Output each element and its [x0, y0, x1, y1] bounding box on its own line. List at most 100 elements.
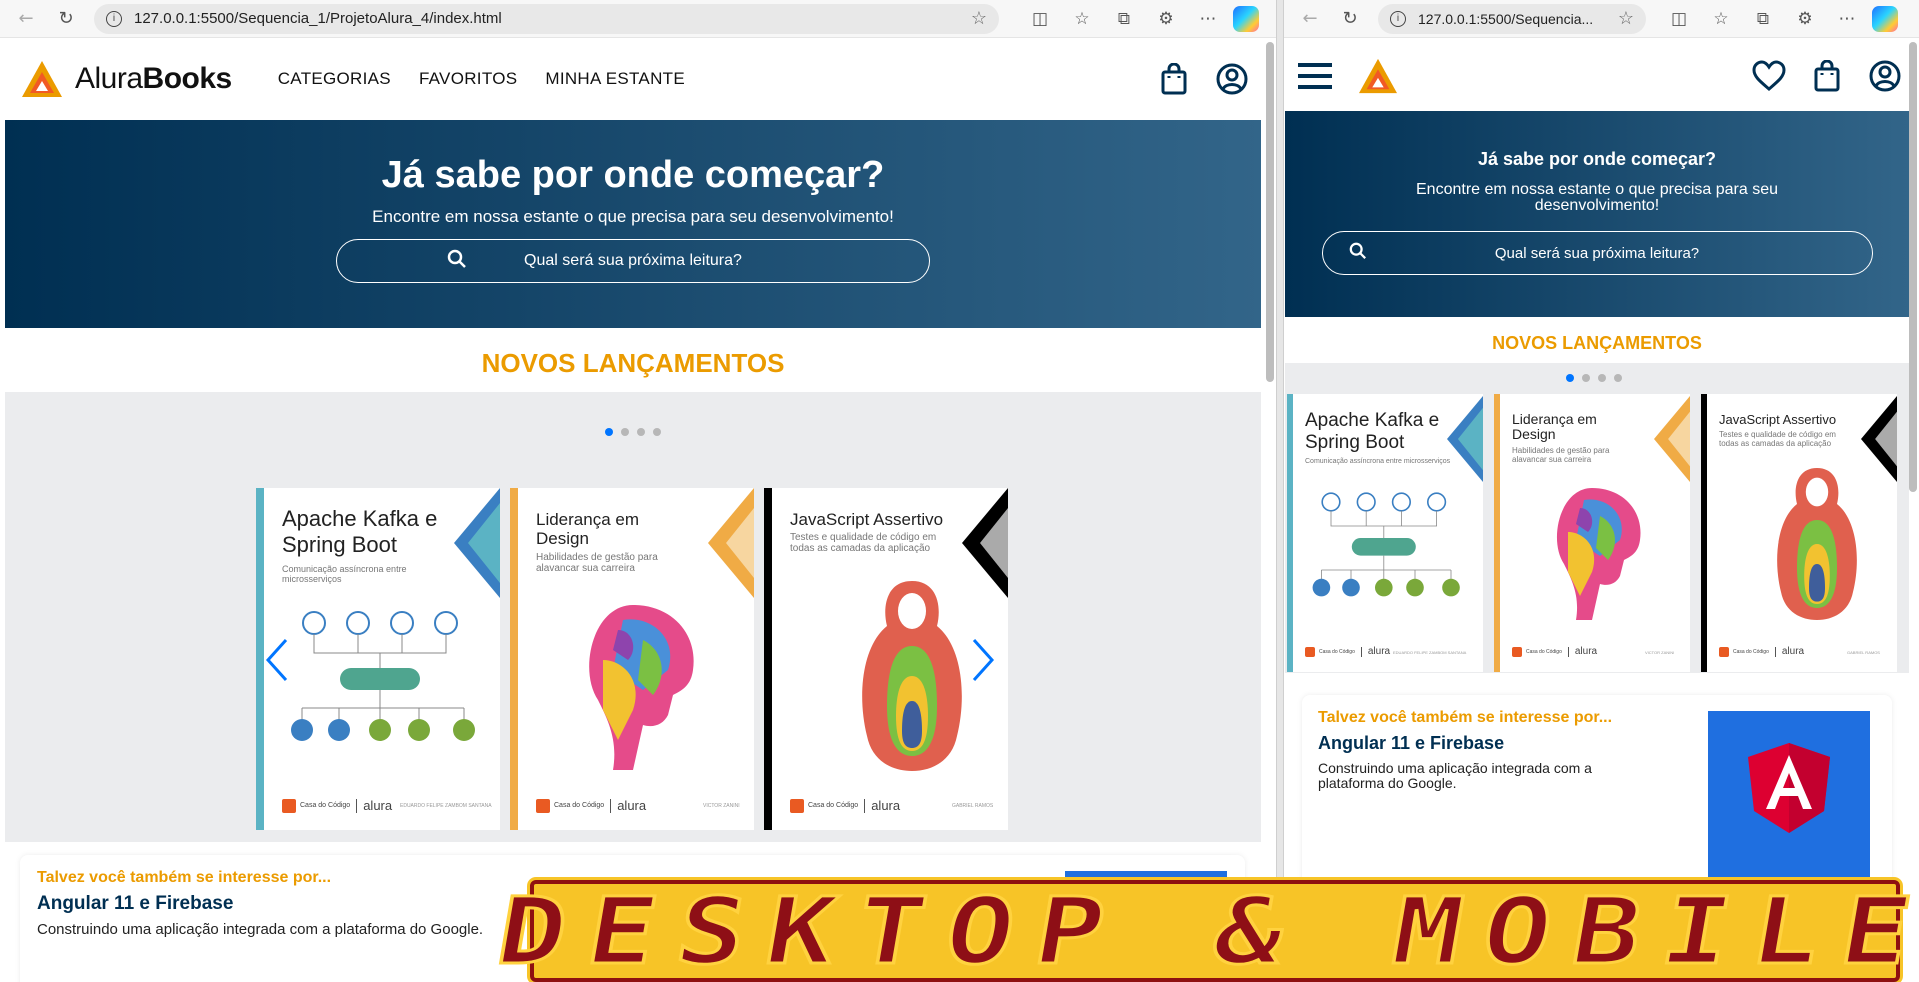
search-placeholder: Qual será sua próxima leitura?	[524, 252, 742, 269]
hero-subtitle: Encontre em nossa estante o que precisa …	[372, 207, 894, 226]
refresh-icon[interactable]: ↻	[52, 5, 80, 33]
collections-icon[interactable]: ⧉	[1109, 4, 1139, 34]
extensions-icon[interactable]: ⚙	[1151, 4, 1181, 34]
shopping-bag-icon[interactable]	[1156, 61, 1192, 97]
book-publisher: Casa do Código alura	[282, 798, 392, 813]
collections-icon[interactable]: ⧉	[1748, 4, 1778, 34]
more-icon[interactable]: ⋯	[1193, 4, 1223, 34]
favorite-star-icon[interactable]: ☆	[971, 8, 987, 29]
window-divider	[1276, 0, 1284, 982]
carousel-dot-2[interactable]	[1582, 374, 1590, 382]
book-cover-lideranca[interactable]: Liderança em Design Habilidades de gestã…	[510, 488, 754, 830]
book-title: Liderança em Design	[1512, 411, 1597, 442]
book-author: EDUARDO FELIPE ZAMBOM SANTANA	[1393, 650, 1467, 655]
carousel-dot-2[interactable]	[621, 428, 629, 436]
kafka-diagram-icon	[291, 611, 475, 741]
heart-icon[interactable]	[1751, 58, 1787, 94]
search-input[interactable]: Qual será sua próxima leitura?	[1321, 231, 1873, 275]
more-icon[interactable]: ⋯	[1832, 4, 1862, 34]
hero-subtitle: Encontre em nossa estante o que precisa …	[1416, 181, 1778, 214]
desktop-browser-window: ← ↻ i 127.0.0.1:5500/Sequencia_1/Projeto…	[0, 0, 1276, 982]
carousel-dots	[601, 428, 665, 436]
refresh-icon[interactable]: ↻	[1336, 5, 1364, 33]
copilot-icon[interactable]	[1872, 5, 1898, 32]
carousel-dot-3[interactable]	[637, 428, 645, 436]
user-profile-icon[interactable]	[1214, 61, 1250, 97]
split-screen-icon[interactable]: ◫	[1664, 4, 1694, 34]
book-subtitle: Habilidades de gestão para alavancar sua…	[1512, 446, 1610, 464]
back-icon[interactable]: ←	[12, 5, 40, 33]
logo-icon[interactable]	[1358, 57, 1398, 95]
carousel-next-arrow-icon[interactable]	[970, 638, 996, 682]
head-illustration-icon	[1556, 488, 1641, 620]
book-cover-lideranca[interactable]: Liderança em Design Habilidades de gestã…	[1494, 394, 1690, 672]
book-author: VICTOR ZANINI	[703, 803, 740, 809]
favorite-star-icon[interactable]: ☆	[1618, 8, 1634, 29]
book-subtitle: Testes e qualidade de código em todas as…	[1719, 430, 1836, 448]
book-publisher: Casa do Código alura	[790, 798, 900, 813]
copilot-icon[interactable]	[1233, 5, 1259, 32]
carousel-dot-1[interactable]	[605, 428, 613, 436]
nav-categorias[interactable]: CATEGORIAS	[278, 69, 391, 89]
mobile-browser-window: ← ↻ i 127.0.0.1:5500/Sequencia... ☆ ◫ ☆ …	[1284, 0, 1919, 982]
shopping-bag-icon[interactable]	[1809, 58, 1845, 94]
recommendation-description: Construindo uma aplicação integrada com …	[37, 921, 484, 938]
scrollbar[interactable]	[1909, 42, 1917, 492]
carousel-dot-1[interactable]	[1566, 374, 1574, 382]
carousel-dot-4[interactable]	[1614, 374, 1622, 382]
kafka-diagram-icon	[1312, 492, 1460, 597]
split-screen-icon[interactable]: ◫	[1025, 4, 1055, 34]
scrollbar[interactable]	[1266, 42, 1274, 382]
hero-banner: Já sabe por onde começar? Encontre em no…	[5, 120, 1261, 328]
browser-toolbar: ← ↻ i 127.0.0.1:5500/Sequencia... ☆ ◫ ☆ …	[1284, 0, 1919, 38]
browser-toolbar: ← ↻ i 127.0.0.1:5500/Sequencia_1/Projeto…	[0, 0, 1276, 38]
address-bar[interactable]: i 127.0.0.1:5500/Sequencia_1/ProjetoAlur…	[94, 3, 999, 34]
site-header: AluraBooks CATEGORIAS FAVORITOS MINHA ES…	[5, 40, 1262, 118]
back-icon[interactable]: ←	[1296, 5, 1324, 33]
nav-minha-estante[interactable]: MINHA ESTANTE	[545, 69, 685, 89]
recommendation-kicker: Talvez você também se interesse por...	[37, 869, 332, 886]
book-title: Liderança em Design	[536, 510, 640, 548]
favorites-icon[interactable]: ☆	[1067, 4, 1097, 34]
book-title: Apache Kafka e Spring Boot	[282, 506, 438, 557]
head-illustration-icon	[589, 605, 694, 770]
section-title-novos-lancamentos: NOVOS LANÇAMENTOS	[481, 348, 785, 378]
carousel-dot-4[interactable]	[653, 428, 661, 436]
main-nav: CATEGORIAS FAVORITOS MINHA ESTANTE	[250, 69, 685, 89]
book-cover-kafka[interactable]: Apache Kafka e Spring Boot Comunicação a…	[1287, 394, 1483, 672]
nav-favoritos[interactable]: FAVORITOS	[419, 69, 517, 89]
book-publisher: Casa do Código alura	[1305, 646, 1390, 657]
favorites-icon[interactable]: ☆	[1706, 4, 1736, 34]
carousel-dot-3[interactable]	[1598, 374, 1606, 382]
info-icon[interactable]: i	[106, 10, 122, 27]
overlay-banner: DESKTOP & MOBILE	[488, 876, 1919, 982]
recommendation-title[interactable]: Angular 11 e Firebase	[37, 893, 233, 915]
book-subtitle: Comunicação assíncrona entre microsservi…	[1305, 458, 1451, 465]
book-flag-icon	[454, 488, 500, 598]
recommendation-card: Talvez você também se interesse por... A…	[1302, 695, 1892, 895]
search-icon	[447, 249, 467, 274]
book-cover-kafka[interactable]: Apache Kafka e Spring Boot Comunicação a…	[256, 488, 500, 830]
search-icon	[1349, 242, 1367, 264]
recommendation-description: Construindo uma aplicação integrada com …	[1318, 760, 1592, 791]
book-cover-javascript[interactable]: JavaScript Assertivo Testes e qualidade …	[1701, 394, 1897, 672]
book-flag-icon	[708, 488, 754, 598]
book-flag-icon	[1447, 395, 1483, 483]
hero-banner: Já sabe por onde começar? Encontre em no…	[1285, 111, 1909, 317]
address-bar[interactable]: i 127.0.0.1:5500/Sequencia... ☆	[1378, 3, 1646, 34]
extensions-icon[interactable]: ⚙	[1790, 4, 1820, 34]
book-subtitle: Habilidades de gestão para alavancar sua…	[536, 552, 658, 574]
search-input[interactable]: Qual será sua próxima leitura?	[336, 239, 930, 283]
book-thumbnail[interactable]	[1708, 711, 1870, 891]
recommendation-title[interactable]: Angular 11 e Firebase	[1318, 733, 1504, 754]
user-profile-icon[interactable]	[1867, 58, 1903, 94]
hamburger-menu-icon[interactable]	[1296, 61, 1334, 91]
book-flag-icon	[1654, 395, 1690, 483]
url-text: 127.0.0.1:5500/Sequencia...	[1418, 10, 1594, 27]
logo-icon[interactable]	[21, 59, 63, 99]
info-icon[interactable]: i	[1390, 10, 1406, 27]
brand-name[interactable]: AluraBooks	[75, 62, 232, 96]
site-header	[1284, 40, 1903, 112]
carousel-prev-arrow-icon[interactable]	[264, 638, 290, 682]
hero-title: Já sabe por onde começar?	[381, 154, 885, 196]
